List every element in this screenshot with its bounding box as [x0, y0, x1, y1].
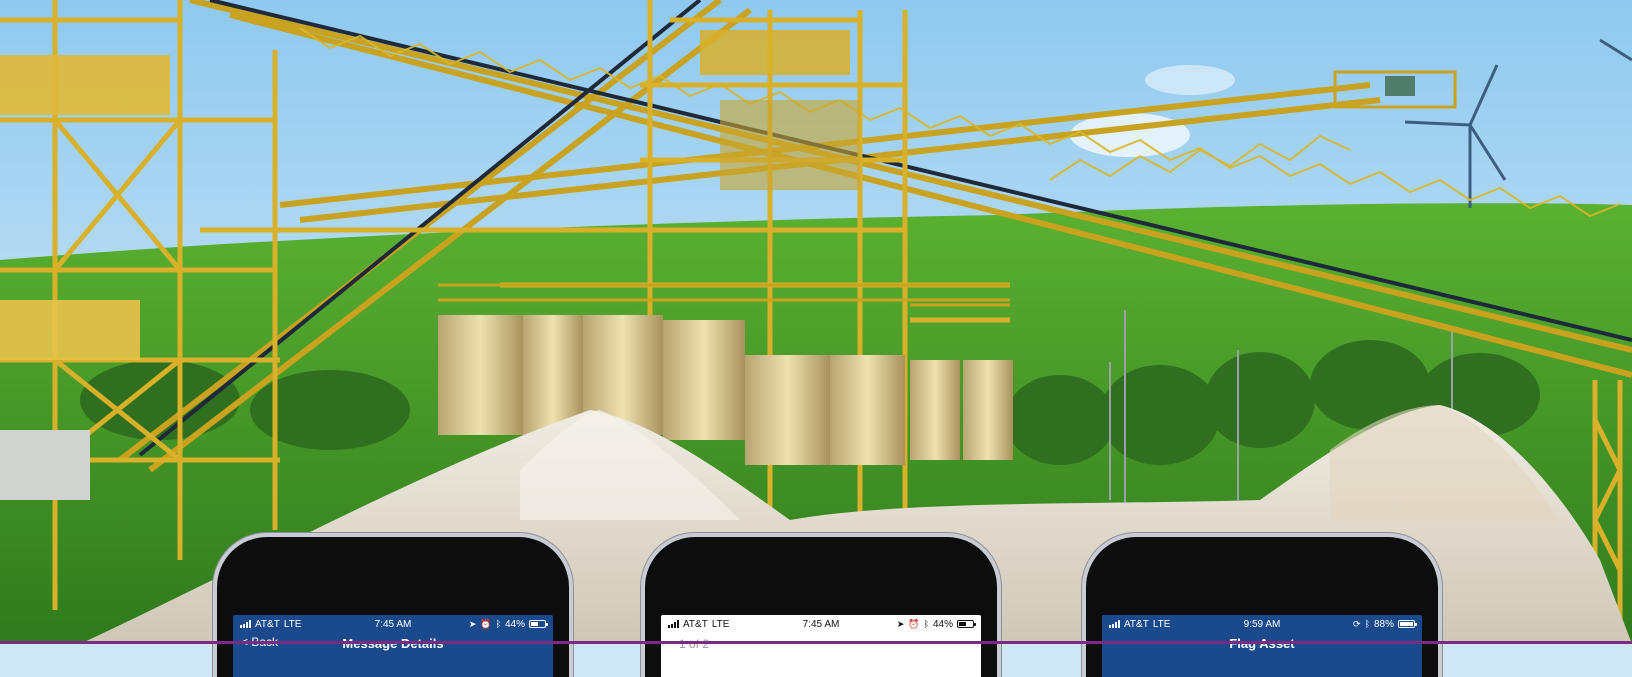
location-icon: ➤	[468, 618, 477, 629]
phone-screen: AT&T LTE 7:45 AM ➤ ⏰ ᛒ 44% Message Detai…	[233, 615, 553, 677]
carrier-label: AT&T	[1124, 618, 1149, 630]
location-icon: ➤	[896, 618, 905, 629]
alarm-icon: ⏰	[908, 618, 920, 629]
battery-icon	[1398, 620, 1417, 628]
status-bar: AT&T LTE 7:45 AM ➤ ⏰ ᛒ 44%	[233, 615, 553, 633]
signal-icon	[240, 620, 251, 628]
bluetooth-icon: ᛒ	[1364, 618, 1370, 629]
carrier-label: AT&T	[255, 618, 280, 630]
status-bar: AT&T LTE 9:59 AM ⟳ ᛒ 88%	[1102, 615, 1422, 633]
carrier-label: AT&T	[683, 618, 708, 630]
network-label: LTE	[711, 618, 730, 630]
battery-percent: 88%	[1373, 618, 1394, 630]
battery-icon	[957, 620, 976, 628]
phone-screen: AT&T LTE 7:45 AM ➤ ⏰ ᛒ 44% 1 of 2	[661, 615, 981, 677]
pager-indicator: 1 of 2	[679, 637, 710, 651]
phone-mockup-message-details: AT&T LTE 7:45 AM ➤ ⏰ ᛒ 44% Message Detai…	[217, 537, 569, 677]
phone-screen: AT&T LTE 9:59 AM ⟳ ᛒ 88% Flag Asset	[1102, 615, 1422, 677]
bluetooth-icon: ᛒ	[495, 618, 501, 629]
battery-percent: 44%	[504, 618, 525, 630]
signal-icon	[1109, 620, 1120, 628]
rotation-lock-icon: ⟳	[1353, 618, 1361, 629]
alarm-icon: ⏰	[480, 618, 492, 629]
phone-mockup-pager: AT&T LTE 7:45 AM ➤ ⏰ ᛒ 44% 1 of 2	[645, 537, 997, 677]
status-bar: AT&T LTE 7:45 AM ➤ ⏰ ᛒ 44%	[661, 615, 981, 633]
network-label: LTE	[1152, 618, 1171, 630]
bluetooth-icon: ᛒ	[923, 618, 929, 629]
network-label: LTE	[283, 618, 302, 630]
phone-mockup-flag-asset: AT&T LTE 9:59 AM ⟳ ᛒ 88% Flag Asset	[1086, 537, 1438, 677]
signal-icon	[668, 620, 679, 628]
battery-percent: 44%	[932, 618, 953, 630]
battery-icon	[529, 620, 548, 628]
